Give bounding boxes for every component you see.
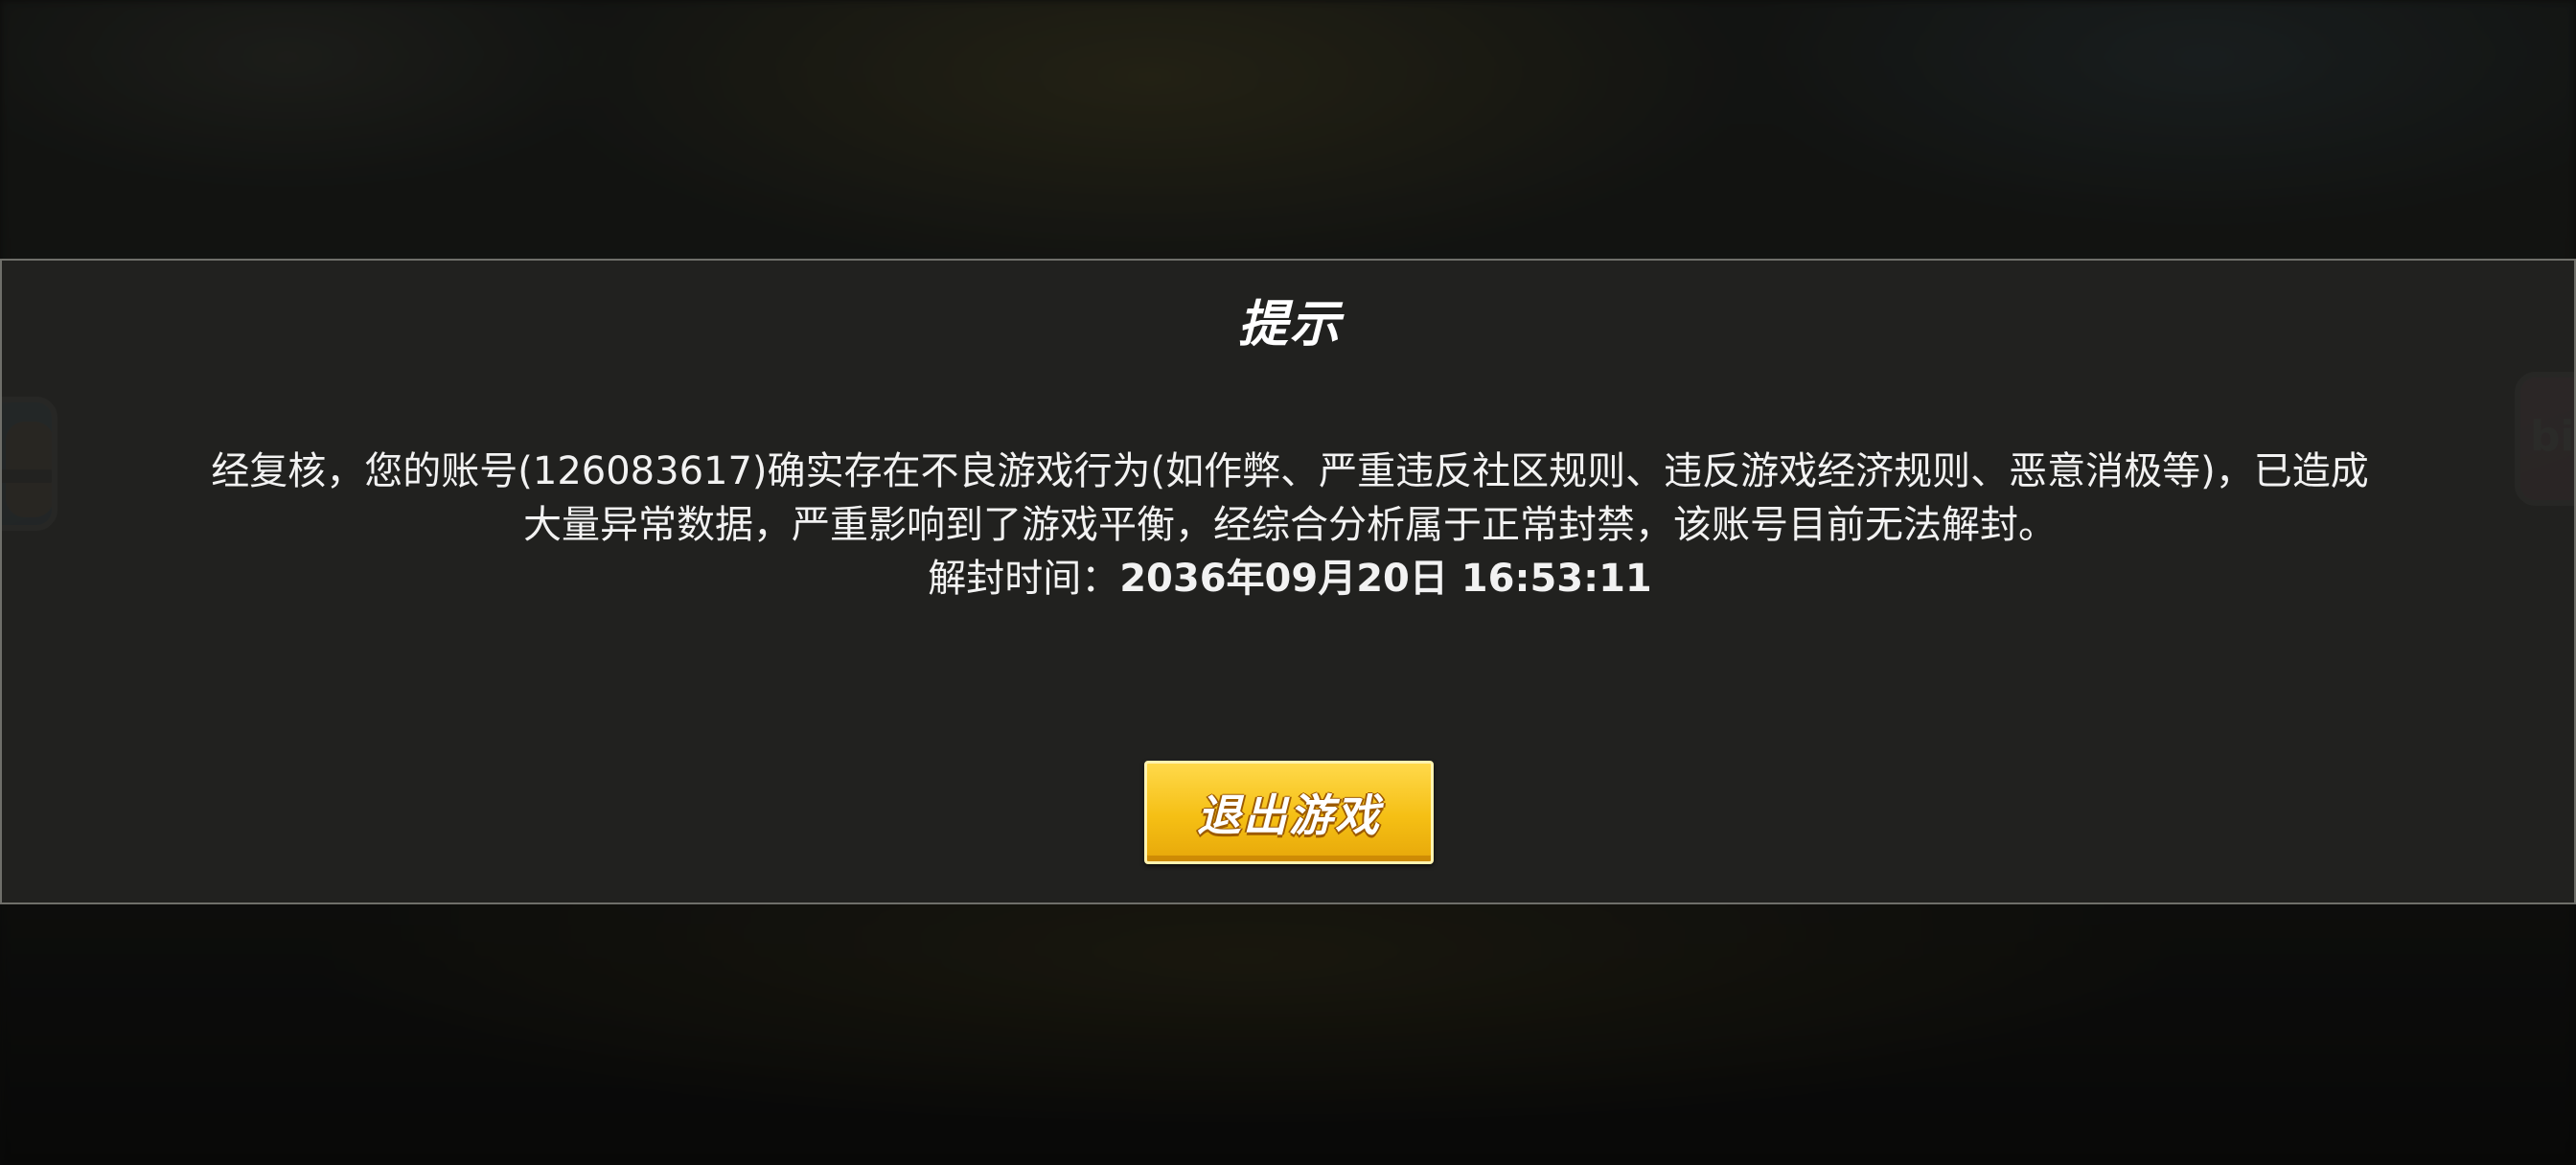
exit-game-button-label: 退出游戏 bbox=[1197, 789, 1381, 841]
exit-game-button[interactable]: 退出游戏 bbox=[1144, 761, 1434, 864]
unban-time-label: 解封时间： bbox=[928, 557, 1120, 601]
ban-message: 经复核，您的账号(126083617)确实存在不良游戏行为(如作弊、严重违反社区… bbox=[211, 449, 2369, 547]
ban-notice-dialog: 提示 经复核，您的账号(126083617)确实存在不良游戏行为(如作弊、严重违… bbox=[0, 259, 2576, 904]
dialog-title: 提示 bbox=[1237, 296, 1342, 354]
unban-time-line: 解封时间：2036年09月20日 16:53:11 bbox=[2, 552, 2576, 605]
unban-time-value: 2036年09月20日 16:53:11 bbox=[1119, 557, 1652, 601]
